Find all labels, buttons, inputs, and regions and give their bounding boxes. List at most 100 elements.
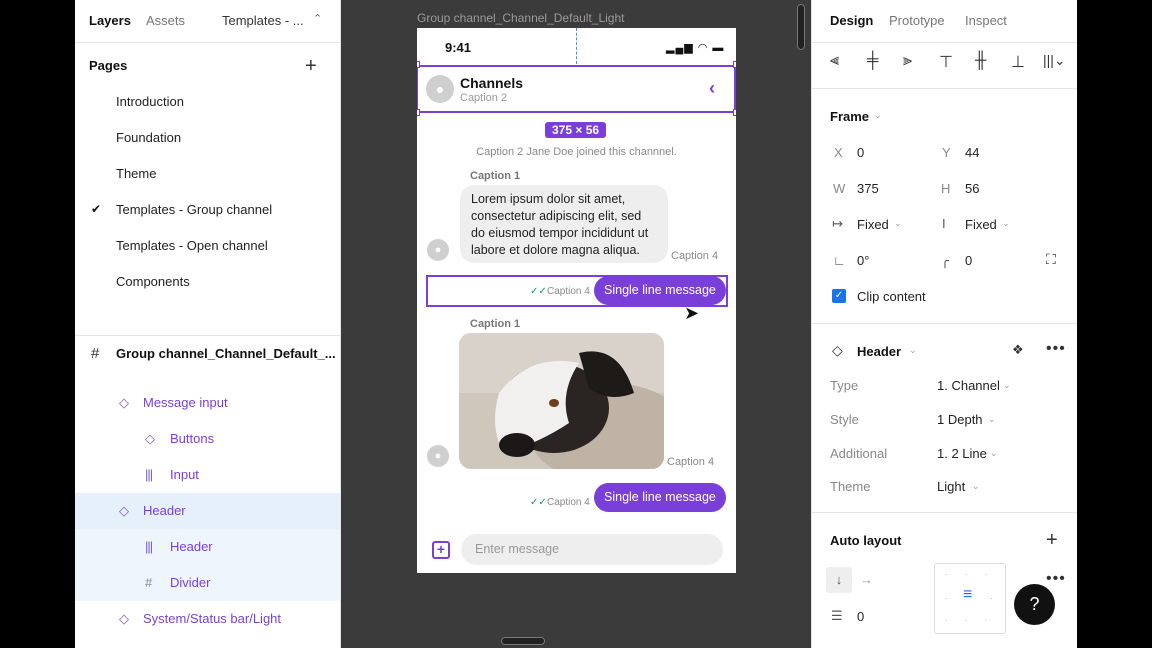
page-item[interactable]: Introduction	[116, 94, 184, 109]
horizontal-scrollbar[interactable]	[501, 637, 545, 645]
layer-row[interactable]: ||| Header	[75, 529, 340, 565]
vertical-sizing-select[interactable]: Fixed	[965, 217, 997, 232]
arrow-right-icon[interactable]: →	[860, 572, 873, 587]
header-selection-box[interactable]	[417, 65, 736, 113]
horizontal-sizing-select[interactable]: Fixed	[857, 217, 889, 232]
frame-label[interactable]: Group channel_Channel_Default_Light	[417, 11, 625, 25]
resize-handle[interactable]	[733, 61, 736, 68]
frame-section-title[interactable]: Frame	[830, 109, 869, 124]
layer-row[interactable]: ||| Input	[75, 457, 340, 493]
more-options-icon[interactable]: •••	[1046, 340, 1066, 358]
align-middle-v-icon[interactable]: ╫	[975, 52, 986, 70]
x-label: X	[834, 145, 843, 160]
checkmark-icon: ✔	[91, 202, 102, 216]
clip-content-checkbox[interactable]: ✓	[832, 289, 846, 303]
divider	[812, 512, 1077, 513]
pages-title: Pages	[89, 58, 128, 73]
resize-handle[interactable]	[417, 61, 420, 68]
image-message[interactable]	[459, 333, 664, 469]
alignment-box[interactable]: ≡ ··· · · ···	[934, 563, 1006, 634]
rotation-icon: ∟	[833, 253, 846, 268]
layer-label: Header	[170, 539, 213, 554]
status-time: 9:41	[445, 40, 472, 55]
outgoing-message-bubble[interactable]: Single line message	[594, 276, 726, 305]
chevron-down-icon[interactable]: ⌄	[990, 448, 998, 459]
horizontal-resize-icon: ↦	[832, 216, 843, 231]
spacing-field[interactable]: 0	[857, 609, 864, 624]
component-diamond-icon: ◇	[119, 611, 129, 626]
chevron-down-icon[interactable]: ⌄	[894, 218, 902, 229]
chevron-down-icon[interactable]: ⌄	[909, 345, 917, 356]
vertical-resize-icon: Ι	[942, 216, 946, 231]
auto-layout-title: Auto layout	[830, 533, 902, 548]
tab-assets[interactable]: Assets	[146, 13, 185, 28]
radius-field[interactable]: 0	[965, 253, 972, 268]
x-field[interactable]: 0	[857, 145, 864, 160]
incoming-message-bubble[interactable]: Lorem ipsum dolor sit amet, consectetur …	[460, 185, 668, 263]
y-field[interactable]: 44	[965, 145, 979, 160]
timestamp-caption: Caption 4	[547, 497, 590, 508]
tab-prototype[interactable]: Prototype	[889, 13, 945, 28]
style-select[interactable]: 1 Depth	[937, 412, 983, 427]
layer-row-selected[interactable]: ◇ Header	[75, 493, 340, 529]
page-switcher[interactable]: Templates - ...	[222, 13, 304, 28]
tab-design[interactable]: Design	[830, 13, 873, 28]
align-left-icon[interactable]: ⫷	[830, 52, 839, 70]
page-item[interactable]: Foundation	[116, 130, 181, 145]
align-bottom-icon[interactable]: ⊥	[1011, 52, 1025, 72]
vertical-scrollbar[interactable]	[797, 4, 805, 50]
component-set-icon[interactable]: ❖	[1012, 342, 1024, 358]
avatar: ●	[427, 445, 449, 467]
add-attachment-icon[interactable]: +	[432, 541, 450, 559]
component-title[interactable]: Header	[857, 344, 901, 359]
spacing-icon: ☰	[831, 608, 843, 623]
page-item[interactable]: Theme	[116, 166, 156, 181]
read-check-icon: ✓✓	[530, 497, 547, 508]
align-right-icon[interactable]: ⫸	[903, 52, 912, 70]
add-auto-layout-icon[interactable]: +	[1046, 530, 1058, 550]
chevron-down-icon[interactable]: ⌄	[1002, 218, 1010, 229]
layer-row[interactable]: # Divider	[75, 565, 340, 601]
rotation-field[interactable]: 0°	[857, 253, 869, 268]
page-item[interactable]: Components	[116, 274, 190, 289]
canvas[interactable]: Group channel_Channel_Default_Light 9:41…	[341, 0, 811, 648]
add-page-icon[interactable]: +	[305, 56, 317, 76]
page-item[interactable]: Templates - Open channel	[116, 238, 268, 253]
distribute-icon[interactable]: |||⌄	[1043, 52, 1066, 69]
w-field[interactable]: 375	[857, 181, 879, 196]
resize-handle[interactable]	[417, 109, 420, 116]
tab-inspect[interactable]: Inspect	[965, 13, 1007, 28]
tab-layers[interactable]: Layers	[89, 13, 131, 28]
more-options-icon[interactable]: •••	[1046, 570, 1066, 588]
divider	[75, 335, 340, 336]
system-message: Caption 2 Jane Doe joined this channnel.	[476, 146, 677, 158]
page-item-current[interactable]: Templates - Group channel	[116, 202, 272, 217]
frame-layer-name[interactable]: Group channel_Channel_Default_...	[116, 346, 336, 361]
chevron-down-icon[interactable]: ⌄	[972, 481, 980, 492]
chevron-up-icon[interactable]: ⌃	[313, 12, 322, 25]
message-input[interactable]: Enter message	[461, 534, 723, 565]
resize-handle[interactable]	[733, 109, 736, 116]
w-label: W	[833, 181, 846, 196]
additional-select[interactable]: 1. 2 Line	[937, 446, 987, 461]
read-check-icon: ✓✓	[530, 286, 547, 297]
chevron-down-icon[interactable]: ⌄	[874, 110, 882, 121]
layer-row[interactable]: ◇ Buttons	[75, 421, 340, 457]
arrow-down-icon[interactable]: ↓	[826, 567, 852, 593]
align-top-icon[interactable]: ⊤	[939, 52, 953, 72]
outgoing-message-bubble[interactable]: Single line message	[594, 483, 726, 512]
chevron-down-icon[interactable]: ⌄	[988, 414, 996, 425]
phone-frame[interactable]: 9:41 ▂▄▆ ◠ ▬ ● Channels Caption 2 ‹ 375 …	[417, 28, 736, 573]
divider	[75, 42, 340, 43]
timestamp-caption: Caption 4	[671, 250, 719, 262]
prop-label: Theme	[830, 479, 871, 494]
type-select[interactable]: 1. Channel	[937, 378, 1000, 393]
layer-row[interactable]: ◇ System/Status bar/Light	[75, 601, 340, 637]
align-center-h-icon[interactable]: ╪	[867, 52, 878, 70]
help-button[interactable]: ?	[1014, 584, 1055, 625]
independent-corners-icon[interactable]: ⛶	[1046, 251, 1056, 268]
layer-row[interactable]: ◇ Message input	[75, 385, 340, 421]
chevron-down-icon[interactable]: ⌄	[1003, 380, 1011, 391]
theme-select[interactable]: Light	[937, 479, 965, 494]
h-field[interactable]: 56	[965, 181, 979, 196]
